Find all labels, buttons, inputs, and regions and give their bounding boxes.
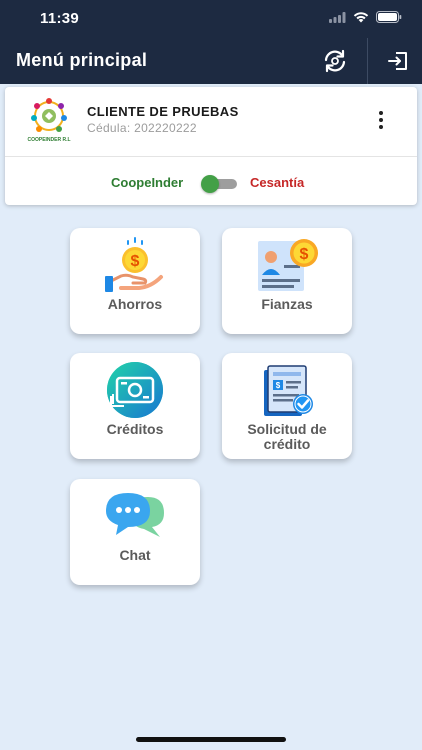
menu-label-solicitud-line2: crédito [263, 436, 311, 452]
logout-button[interactable] [384, 47, 412, 75]
money-bill-icon [107, 362, 163, 418]
menu-tile-creditos[interactable]: Créditos [70, 353, 200, 459]
coopeinder-logo: COOPEINDER R.L [24, 96, 74, 144]
sync-icon [324, 49, 346, 73]
card-divider [5, 156, 417, 157]
status-icons [329, 11, 402, 23]
svg-text:COOPEINDER R.L: COOPEINDER R.L [27, 137, 70, 143]
client-id: Cédula: 202220222 [87, 121, 197, 135]
svg-text:$: $ [276, 381, 281, 390]
menu-tile-fianzas[interactable]: $ Fianzas [222, 228, 352, 334]
toggle-label-cesantia: Cesantía [250, 175, 305, 190]
account-type-toggle[interactable] [201, 175, 239, 193]
menu-label-creditos: Créditos [106, 421, 164, 437]
menu-label-chat: Chat [119, 547, 151, 563]
menu-tile-ahorros[interactable]: $ Ahorros [70, 228, 200, 334]
menu-tile-chat[interactable]: Chat [70, 479, 200, 585]
page-title: Menú principal [16, 50, 148, 70]
status-bar: 11:39 [0, 0, 422, 38]
battery-icon [376, 11, 402, 23]
credit-application-document-icon: $ [264, 365, 313, 416]
home-indicator[interactable] [136, 737, 286, 742]
svg-text:$: $ [300, 246, 309, 263]
guarantee-document-coin-icon: $ [258, 239, 318, 291]
savings-hand-coin-icon: $ [105, 237, 163, 292]
toggle-label-coopeinder: CoopeInder [111, 175, 184, 190]
status-time: 11:39 [40, 10, 80, 27]
profile-card: COOPEINDER R.L CLIENTE DE PRUEBAS Cédula… [5, 87, 417, 205]
menu-tile-solicitud-credito[interactable]: $ Solicitud de crédito [222, 353, 352, 459]
more-vertical-icon [379, 111, 383, 115]
chat-bubbles-icon [106, 493, 164, 537]
menu-label-solicitud-line1: Solicitud de [247, 421, 327, 437]
client-name: CLIENTE DE PRUEBAS [87, 104, 239, 119]
app-bar: Menú principal [0, 38, 422, 84]
logout-icon [388, 52, 407, 70]
sync-button[interactable] [319, 46, 351, 76]
menu-label-fianzas: Fianzas [261, 296, 313, 312]
appbar-divider [367, 38, 368, 84]
wifi-icon [353, 12, 369, 23]
svg-text:$: $ [131, 253, 140, 270]
signal-icon [329, 11, 346, 23]
menu-label-ahorros: Ahorros [107, 296, 163, 312]
toggle-thumb [201, 175, 219, 193]
more-options-button[interactable] [373, 109, 389, 131]
